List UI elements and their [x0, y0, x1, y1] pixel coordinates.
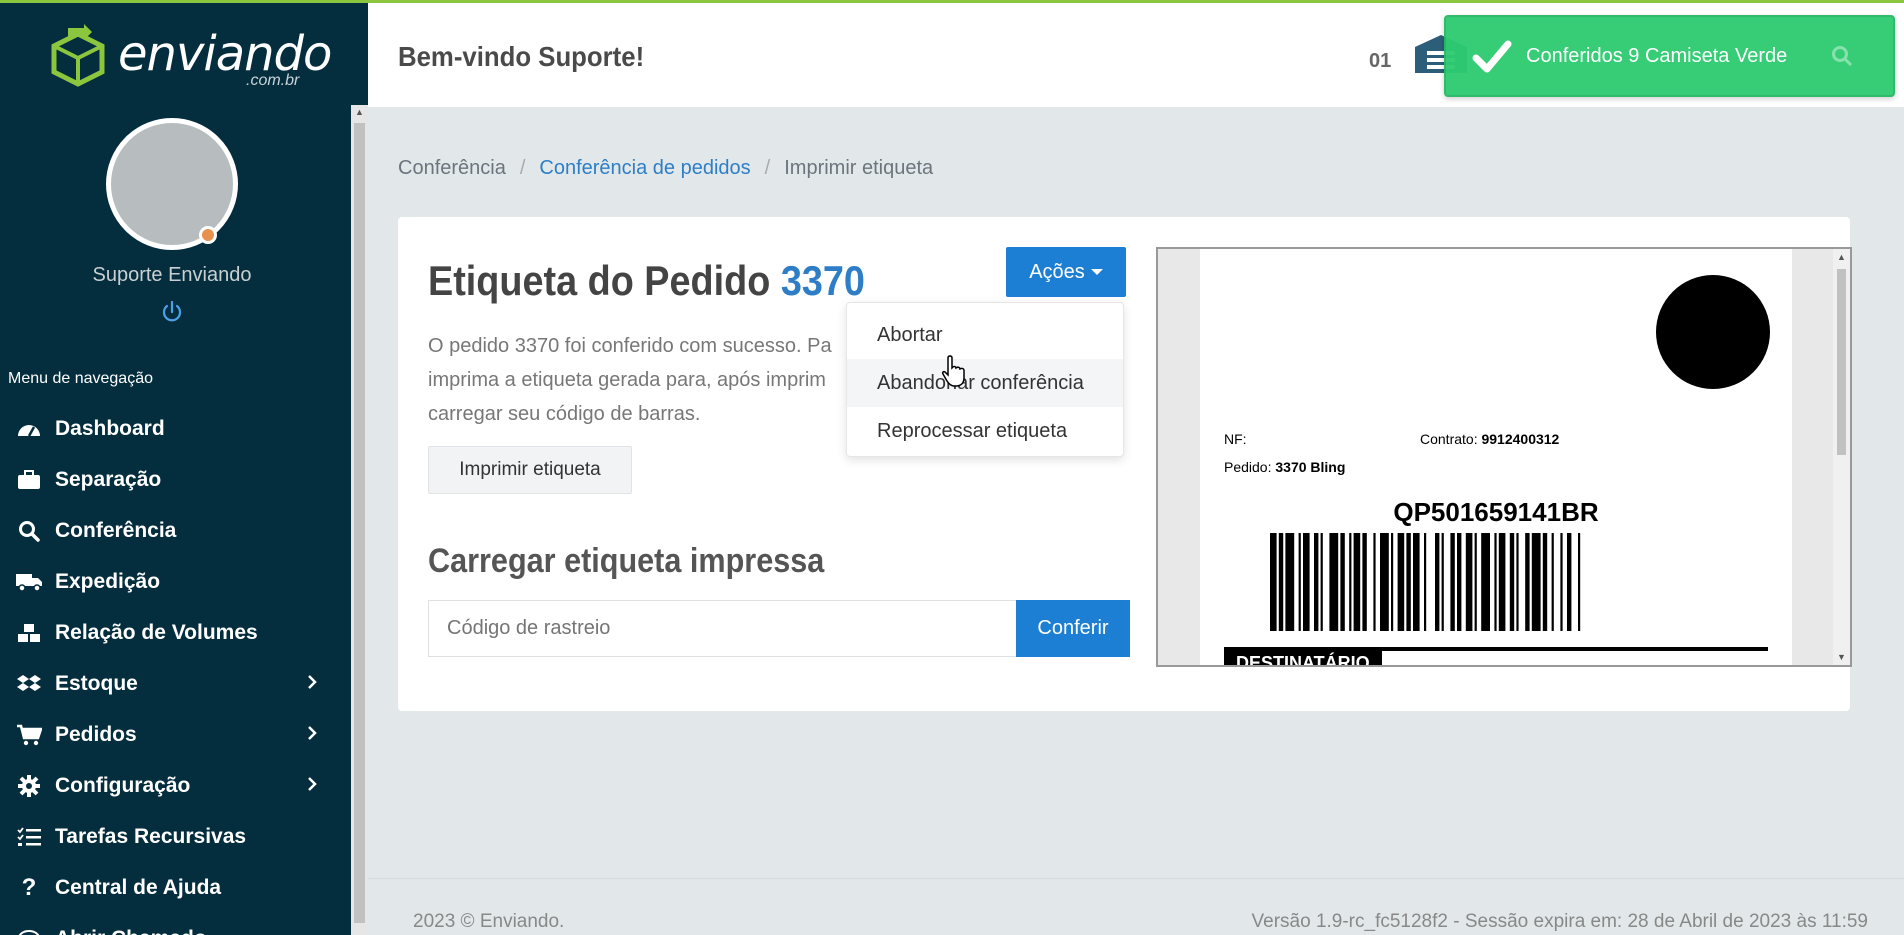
welcome-text: Bem-vindo Suporte! — [398, 41, 645, 72]
title-prefix: Etiqueta do Pedido — [428, 257, 781, 304]
sidebar-item-label: Central de Ajuda — [55, 875, 222, 899]
breadcrumb-current: Imprimir etiqueta — [784, 157, 934, 179]
brand-logo[interactable]: enviando .com.br — [46, 22, 332, 94]
label-card: Etiqueta do Pedido 3370 O pedido 3370 fo… — [398, 217, 1852, 711]
nf-label: NF: — [1224, 431, 1247, 447]
nav-title: Menu de navegação — [8, 370, 153, 387]
barcode — [1270, 533, 1581, 631]
version-info: Versão 1.9-rc_fc5128f2 - Sessão expira e… — [1251, 911, 1868, 932]
success-toast[interactable]: Conferidos 9 Camiseta Verde — [1444, 15, 1895, 97]
description-line: carregar seu código de barras. — [428, 403, 701, 425]
sidebar-item-tarefas[interactable]: Tarefas Recursivas — [0, 811, 340, 862]
cart-icon — [14, 723, 44, 747]
sidebar-item-label: Expedição — [55, 569, 161, 593]
order-number: 3370 — [780, 257, 865, 304]
sidebar-item-estoque[interactable]: Estoque — [0, 658, 340, 709]
description-line: O pedido 3370 foi conferido com sucesso.… — [428, 335, 832, 357]
sidebar-item-label: Tarefas Recursivas — [55, 824, 247, 848]
truck-icon — [14, 570, 44, 594]
scroll-up-arrow[interactable]: ▲ — [355, 107, 364, 117]
dropdown-item-abortar[interactable]: Abortar — [847, 311, 1123, 359]
scroll-thumb[interactable] — [1837, 269, 1846, 455]
power-icon[interactable] — [160, 300, 184, 324]
briefcase-icon — [14, 468, 44, 492]
sidebar-item-label: Separação — [55, 467, 162, 491]
chat-icon — [14, 927, 44, 935]
dropbox-icon — [14, 672, 44, 696]
sidebar-item-separacao[interactable]: Separação — [0, 454, 340, 505]
boxes-icon — [14, 621, 44, 645]
sidebar-item-label: Configuração — [55, 773, 191, 797]
search-icon — [14, 519, 44, 543]
sidebar-scrollbar[interactable]: ▲ — [351, 105, 368, 935]
dropdown-item-abandonar[interactable]: Abandonar conferência — [847, 359, 1123, 407]
description: O pedido 3370 foi conferido com sucesso.… — [428, 329, 848, 431]
brand-name: enviando — [118, 26, 332, 82]
sidebar: enviando .com.br Suporte Enviando Menu d… — [0, 0, 368, 935]
actions-dropdown: Abortar Abandonar conferência Reprocessa… — [846, 302, 1124, 457]
sidebar-item-relacao-volumes[interactable]: Relação de Volumes — [0, 607, 340, 658]
top-accent-line — [0, 0, 1904, 3]
gear-icon — [14, 774, 44, 798]
sidebar-item-label: Dashboard — [55, 416, 165, 440]
actions-button[interactable]: Ações — [1006, 247, 1126, 297]
chevron-right-icon — [308, 726, 317, 740]
check-button[interactable]: Conferir — [1016, 600, 1130, 657]
chevron-right-icon — [308, 777, 317, 791]
breadcrumb-separator: / — [519, 157, 526, 179]
sidebar-item-chamado[interactable]: Abrir Chamado — [0, 913, 340, 935]
scroll-down-arrow[interactable]: ▼ — [1837, 652, 1846, 662]
sidebar-item-conferencia[interactable]: Conferência — [0, 505, 340, 556]
breadcrumb-separator: / — [764, 157, 771, 179]
logo-icon — [51, 24, 105, 87]
toast-message: Conferidos 9 Camiseta Verde — [1526, 44, 1788, 67]
sidebar-item-ajuda[interactable]: ? Central de Ajuda — [0, 862, 340, 913]
label-preview[interactable]: NF: Contrato: 9912400312 Pedido: 3370 Bl… — [1156, 247, 1852, 667]
nav-menu: Dashboard Separação Conferência Expediçã… — [0, 403, 340, 935]
copyright: 2023 © Enviando. — [413, 911, 565, 932]
user-name: Suporte Enviando — [92, 264, 252, 286]
dropdown-item-reprocessar[interactable]: Reprocessar etiqueta — [847, 407, 1123, 455]
dashboard-icon — [14, 417, 44, 441]
caret-down-icon — [1090, 269, 1103, 275]
search-icon — [1832, 46, 1853, 67]
recipient-header: DESTINATÁRIO — [1224, 649, 1382, 665]
sidebar-item-label: Abrir Chamado — [55, 927, 207, 935]
sidebar-item-label: Relação de Volumes — [55, 620, 258, 644]
check-icon — [1472, 40, 1512, 73]
page-title: Etiqueta do Pedido 3370 — [428, 257, 865, 305]
sidebar-item-pedidos[interactable]: Pedidos — [0, 709, 340, 760]
description-line: imprima a etiqueta gerada para, após imp… — [428, 369, 826, 391]
hand-cursor-icon — [941, 355, 965, 387]
breadcrumb: Conferência / Conferência de pedidos / I… — [398, 157, 933, 180]
tracking-code: QP501659141BR — [1393, 497, 1599, 527]
sidebar-item-label: Pedidos — [55, 722, 137, 746]
print-label-button[interactable]: Imprimir etiqueta — [428, 446, 632, 494]
order-field: Pedido: 3370 Bling — [1224, 459, 1346, 475]
carrier-logo-circle — [1656, 275, 1770, 389]
footer: 2023 © Enviando. Versão 1.9-rc_fc5128f2 … — [368, 878, 1904, 935]
contract-field: Contrato: 9912400312 — [1420, 431, 1560, 447]
breadcrumb-conferencia[interactable]: Conferência — [398, 157, 506, 180]
question-icon: ? — [21, 873, 37, 901]
status-dot — [199, 226, 217, 244]
sidebar-item-expedicao[interactable]: Expedição — [0, 556, 340, 607]
scroll-up-arrow[interactable]: ▲ — [1837, 252, 1846, 262]
sidebar-item-dashboard[interactable]: Dashboard — [0, 403, 340, 454]
notification-count: 01 — [1369, 50, 1392, 72]
tasks-icon — [14, 825, 44, 849]
chevron-right-icon — [308, 675, 317, 689]
preview-scrollbar[interactable]: ▲ ▼ — [1833, 249, 1850, 665]
sidebar-item-configuracao[interactable]: Configuração — [0, 760, 340, 811]
sidebar-item-label: Conferência — [55, 518, 177, 542]
breadcrumb-conferencia-pedidos[interactable]: Conferência de pedidos — [539, 157, 750, 180]
section-title: Carregar etiqueta impressa — [428, 542, 825, 580]
sidebar-item-label: Estoque — [55, 671, 138, 695]
tracking-code-input[interactable] — [428, 600, 1016, 657]
brand-suffix: .com.br — [246, 72, 300, 89]
avatar[interactable] — [106, 118, 238, 250]
actions-button-label: Ações — [1029, 260, 1085, 283]
shipping-label: NF: Contrato: 9912400312 Pedido: 3370 Bl… — [1200, 249, 1792, 665]
scroll-thumb[interactable] — [354, 123, 365, 923]
